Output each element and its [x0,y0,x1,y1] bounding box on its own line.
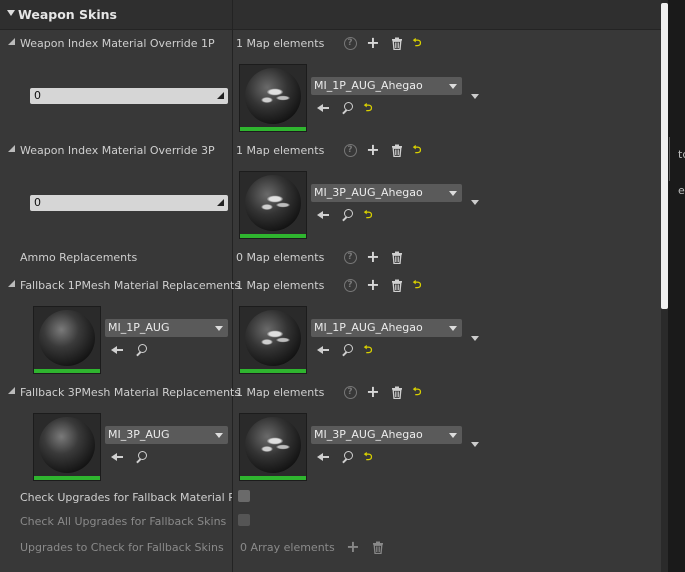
reset-to-default-icon[interactable]: ⮌ [361,101,375,115]
panel-edge [669,137,670,181]
add-element-icon[interactable]: + [346,539,360,555]
material-thumbnail[interactable] [33,306,101,374]
reset-to-default-icon[interactable]: ⮌ [410,278,424,292]
property-label: Upgrades to Check for Fallback Skins [20,541,224,554]
help-icon[interactable]: ? [343,278,357,292]
asset-picker-combo[interactable]: MI_3P_AUG [105,426,228,444]
reset-to-default-icon[interactable]: ⮌ [410,36,424,50]
use-selected-arrow-icon[interactable] [317,343,331,357]
property-label: Weapon Index Material Override 1P [20,37,215,50]
trash-icon[interactable] [390,278,404,292]
options-dropdown-icon[interactable] [471,442,479,447]
add-element-icon[interactable]: + [366,35,380,51]
category-title: Weapon Skins [18,7,117,22]
map-count: 1 Map elements [236,37,325,50]
resize-grip-icon [217,92,224,99]
material-thumbnail[interactable] [239,171,307,239]
map-count: 1 Map elements [236,386,325,399]
use-selected-arrow-icon[interactable] [317,208,331,222]
expand-arrow-icon[interactable] [8,280,15,287]
array-count: 0 Array elements [240,541,335,554]
material-thumbnail[interactable] [239,64,307,132]
category-header[interactable]: Weapon Skins [0,0,661,30]
property-label: Check Upgrades for Fallback Material Rep… [20,491,232,504]
options-dropdown-icon[interactable] [471,94,479,99]
collapse-arrow-icon[interactable] [7,10,15,16]
add-element-icon[interactable]: + [366,142,380,158]
resize-grip-icon [217,199,224,206]
reset-to-default-icon[interactable]: ⮌ [410,385,424,399]
asset-picker-combo[interactable]: MI_1P_AUG_Ahegao [311,319,462,337]
map-count: 1 Map elements [236,279,325,292]
property-label: Weapon Index Material Override 3P [20,144,215,157]
property-label: Check All Upgrades for Fallback Skins [20,515,227,528]
use-selected-arrow-icon[interactable] [317,101,331,115]
adjacent-text: tc [678,148,685,161]
asset-picker-combo[interactable]: MI_1P_AUG [105,319,228,337]
expand-arrow-icon[interactable] [8,387,15,394]
help-icon[interactable]: ? [343,36,357,50]
trash-icon[interactable] [390,385,404,399]
property-label: Fallback 3PMesh Material Replacements [20,386,241,399]
map-key-number-field[interactable]: 0 [30,195,228,211]
scrollbar-thumb[interactable] [661,3,668,309]
reset-to-default-icon[interactable]: ⮌ [361,450,375,464]
trash-icon[interactable] [390,250,404,264]
use-selected-arrow-icon[interactable] [111,450,125,464]
use-selected-arrow-icon[interactable] [111,343,125,357]
help-icon[interactable]: ? [343,250,357,264]
reset-to-default-icon[interactable]: ⮌ [361,208,375,222]
help-icon[interactable]: ? [343,385,357,399]
expand-arrow-icon[interactable] [8,145,15,152]
material-thumbnail[interactable] [239,306,307,374]
material-thumbnail[interactable] [239,413,307,481]
help-icon[interactable]: ? [343,143,357,157]
property-label: Fallback 1PMesh Material Replacements [20,279,241,292]
map-count: 0 Map elements [236,251,325,264]
map-count: 1 Map elements [236,144,325,157]
browse-magnifier-icon[interactable] [341,450,355,464]
checkbox[interactable] [238,514,250,526]
add-element-icon[interactable]: + [366,277,380,293]
map-key-number-field[interactable]: 0 [30,88,228,104]
checkbox[interactable] [238,490,250,502]
browse-magnifier-icon[interactable] [341,208,355,222]
trash-icon[interactable] [371,540,385,554]
browse-magnifier-icon[interactable] [135,450,149,464]
add-element-icon[interactable]: + [366,384,380,400]
options-dropdown-icon[interactable] [471,200,479,205]
browse-magnifier-icon[interactable] [135,343,149,357]
asset-picker-combo[interactable]: MI_1P_AUG_Ahegao [311,77,462,95]
asset-picker-combo[interactable]: MI_3P_AUG_Ahegao [311,426,462,444]
add-element-icon[interactable]: + [366,249,380,265]
property-label: Ammo Replacements [20,251,138,264]
trash-icon[interactable] [390,36,404,50]
adjacent-panel [668,0,685,572]
browse-magnifier-icon[interactable] [341,343,355,357]
material-thumbnail[interactable] [33,413,101,481]
use-selected-arrow-icon[interactable] [317,450,331,464]
adjacent-text: e [678,184,685,197]
expand-arrow-icon[interactable] [8,38,15,45]
reset-to-default-icon[interactable]: ⮌ [361,343,375,357]
asset-picker-combo[interactable]: MI_3P_AUG_Ahegao [311,184,462,202]
trash-icon[interactable] [390,143,404,157]
options-dropdown-icon[interactable] [471,336,479,341]
browse-magnifier-icon[interactable] [341,101,355,115]
reset-to-default-icon[interactable]: ⮌ [410,143,424,157]
